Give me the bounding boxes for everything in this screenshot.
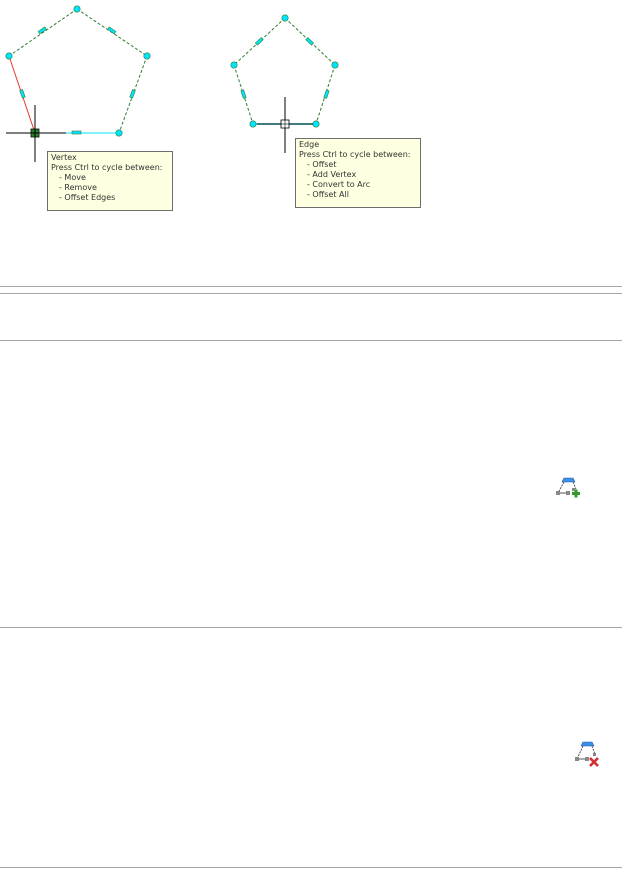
vertex-grip xyxy=(115,129,123,137)
midpoint-grip xyxy=(19,89,26,99)
vertex-tooltip: Vertex Press Ctrl to cycle between: - Mo… xyxy=(47,151,173,211)
vertex-tooltip-option-move: - Move xyxy=(59,173,86,182)
edge-tooltip-prompt: Press Ctrl to cycle between: xyxy=(299,150,411,159)
divider xyxy=(0,293,622,294)
add-vertex-icon[interactable] xyxy=(554,477,582,503)
vertex-grip xyxy=(249,120,257,128)
edge-tooltip: Edge Press Ctrl to cycle between: - Offs… xyxy=(295,138,421,208)
right-pentagon xyxy=(230,14,339,153)
divider xyxy=(0,627,622,628)
midpoint-grip xyxy=(323,89,330,99)
vertex-grip xyxy=(143,52,151,60)
edge-tooltip-option-convert-to-arc: - Convert to Arc xyxy=(307,180,371,189)
vertex-grip xyxy=(5,52,13,60)
divider xyxy=(0,340,622,341)
edge-tooltip-option-add-vertex: - Add Vertex xyxy=(307,170,357,179)
midpoint-grip xyxy=(305,37,315,46)
vertex-grip xyxy=(281,14,289,22)
edge-tooltip-option-offset: - Offset xyxy=(307,160,337,169)
midpoint-grip xyxy=(254,37,264,46)
vertex-tooltip-title: Vertex xyxy=(51,153,77,162)
left-pentagon xyxy=(5,5,151,162)
edge-tooltip-option-offset-all: - Offset All xyxy=(307,190,349,199)
vertex-grip xyxy=(73,5,81,13)
vertex-grip xyxy=(230,61,238,69)
divider xyxy=(0,867,622,868)
midpoint-grip xyxy=(240,89,247,99)
remove-vertex-icon[interactable] xyxy=(573,741,601,769)
edge-tooltip-title: Edge xyxy=(299,140,320,149)
vertex-grip xyxy=(331,61,339,69)
midpoint-grip xyxy=(71,130,82,135)
vertex-grip xyxy=(312,120,320,128)
divider xyxy=(0,286,622,287)
vertex-tooltip-option-offset-edges: - Offset Edges xyxy=(59,193,116,202)
vertex-tooltip-option-remove: - Remove xyxy=(59,183,97,192)
midpoint-grip xyxy=(129,89,136,99)
vertex-tooltip-prompt: Press Ctrl to cycle between: xyxy=(51,163,163,172)
